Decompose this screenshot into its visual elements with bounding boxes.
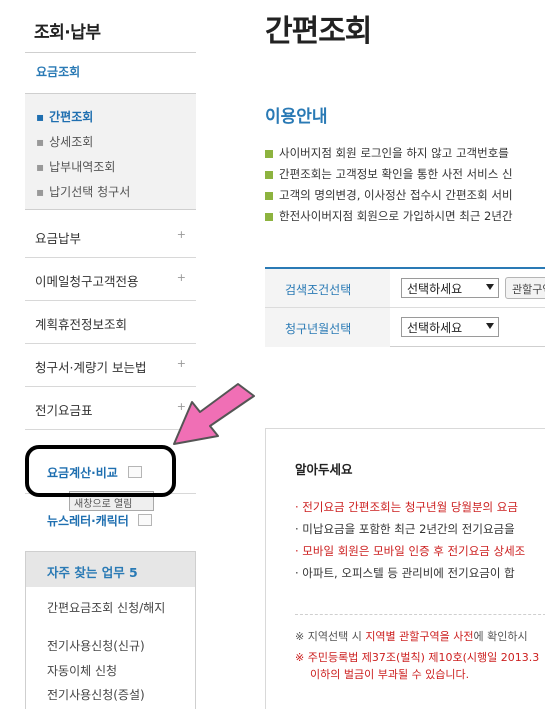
sidebar-item-bill-meter-guide[interactable]: 청구서·계량기 보는법 + — [25, 344, 196, 387]
guide-item-text: 고객의 명의변경, 이사정산 접수시 간편조회 서비 — [279, 188, 513, 202]
divider — [295, 614, 545, 615]
submenu: ▪ 간편조회 ▪ 상세조회 ▪ 납부내역조회 ▪ 납기선택 청구서 — [25, 93, 196, 210]
sidebar-item-email-billing[interactable]: 이메일청구고객전용 + — [25, 258, 196, 301]
sidebar-item-newsletter[interactable]: 뉴스레터·캐릭터 — [47, 512, 129, 529]
sidebar-item-label: 청구서·계량기 보는법 — [35, 360, 147, 375]
sidebar-section-fee-inquiry[interactable]: 요금조회 — [36, 63, 80, 80]
sidebar: 조회·납부 요금조회 ▪ 간편조회 ▪ 상세조회 ▪ 납부내역조회 ▪ 납기선택 청구서… — [25, 0, 196, 709]
highlight-annotation — [25, 445, 176, 497]
sidebar-item-fee-payment[interactable]: 요금납부 + — [25, 215, 196, 258]
usage-guide-title: 이용안내 — [265, 107, 328, 127]
sidebar-item-label: 요금납부 — [35, 231, 82, 246]
expand-icon[interactable]: + — [177, 228, 186, 241]
chevron-down-icon — [486, 284, 494, 290]
frequent-tasks-title: 자주 찾는 업무 5 — [47, 565, 138, 580]
footnote: ※ 지역선택 시 지역별 관할구역을 사전에 확인하시 — [295, 630, 528, 643]
notice-item: · 미납요금을 포함한 최근 2년간의 전기요금을 — [295, 522, 515, 536]
search-form: 검색조건선택 선택하세요 관할구역 청구년월선택 선택하세요 — [265, 267, 545, 347]
frequent-task-link[interactable]: 간편요금조회 신청/해지 — [47, 600, 187, 616]
pink-arrow-icon — [173, 383, 255, 445]
main-content: 간편조회 이용안내 사이버지점 회원 로그인을 하지 않고 고객번호를 간편조회… — [265, 0, 545, 709]
expand-icon[interactable]: + — [177, 357, 186, 370]
search-row-condition: 검색조건선택 선택하세요 관할구역 — [265, 269, 545, 308]
notice-box: 알아두세요 · 전기요금 간편조회는 청구년월 당월분의 요금 · 미납요금을 … — [265, 428, 545, 709]
frequent-task-link[interactable]: 전기사용신청(증설) — [47, 687, 187, 703]
guide-item: 사이버지점 회원 로그인을 하지 않고 고객번호를 — [265, 145, 509, 161]
divider — [25, 52, 196, 53]
frequent-tasks-header: 자주 찾는 업무 5 — [26, 552, 195, 587]
sidebar-item-label: 이메일청구고객전용 — [35, 274, 139, 289]
guide-item-text: 한전사이버지점 회원으로 가입하시면 최근 2년간 — [279, 209, 513, 223]
bullet-icon — [265, 170, 273, 179]
frequent-tasks-box: 자주 찾는 업무 5 간편요금조회 신청/해지 전기사용신청(신규) 자동이체 … — [25, 551, 196, 709]
submenu-item-simple-inquiry[interactable]: ▪ 간편조회 — [36, 108, 93, 125]
guide-item: 한전사이버지점 회원으로 가입하시면 최근 2년간 — [265, 208, 513, 224]
page-title: 간편조회 — [265, 14, 372, 49]
search-condition-label: 검색조건선택 — [285, 283, 352, 297]
submenu-item-label: 납기선택 청구서 — [49, 185, 131, 199]
submenu-item-label: 상세조회 — [49, 135, 94, 149]
sidebar-item-planned-outage[interactable]: 계획휴전정보조회 — [25, 301, 196, 344]
search-condition-select[interactable]: 선택하세요 — [401, 278, 499, 298]
expand-icon[interactable]: + — [177, 271, 186, 284]
sidebar-item-label: 계획휴전정보조회 — [35, 317, 128, 332]
notice-item: · 아파트, 오피스텔 등 관리비에 전기요금이 합 — [295, 566, 515, 580]
submenu-item-label: 간편조회 — [49, 110, 94, 124]
search-row-billing-month: 청구년월선택 선택하세요 — [265, 308, 545, 347]
select-value: 선택하세요 — [407, 282, 463, 296]
submenu-item-label: 납부내역조회 — [49, 160, 116, 174]
new-window-icon — [138, 514, 152, 526]
submenu-item-payment-history[interactable]: ▪ 납부내역조회 — [36, 158, 115, 175]
frequent-task-link[interactable]: 자동이체 신청 — [47, 663, 187, 679]
guide-item: 간편조회는 고객정보 확인을 통한 사전 서비스 신 — [265, 166, 513, 182]
bullet-icon — [265, 149, 273, 158]
frequent-task-link[interactable]: 전기사용신청(신규) — [47, 638, 187, 654]
footnote: 이하의 벌금이 부과될 수 있습니다. — [310, 668, 470, 681]
guide-item-text: 간편조회는 고객정보 확인을 통한 사전 서비스 신 — [279, 167, 513, 181]
sidebar-title: 조회·납부 — [34, 23, 101, 43]
guide-item-text: 사이버지점 회원 로그인을 하지 않고 고객번호를 — [279, 146, 509, 160]
notice-item: · 모바일 회원은 모바일 인증 후 전기요금 상세조 — [295, 544, 526, 558]
guide-item: 고객의 명의변경, 이사정산 접수시 간편조회 서비 — [265, 187, 513, 203]
bullet-icon — [265, 212, 273, 221]
submenu-item-due-date-bill[interactable]: ▪ 납기선택 청구서 — [36, 183, 130, 200]
select-value: 선택하세요 — [407, 321, 463, 335]
sidebar-item-label: 전기요금표 — [35, 403, 93, 418]
submenu-item-detail-inquiry[interactable]: ▪ 상세조회 — [36, 133, 93, 150]
notice-title: 알아두세요 — [295, 462, 353, 477]
billing-month-label: 청구년월선택 — [285, 322, 352, 336]
notice-item: · 전기요금 간편조회는 청구년월 당월분의 요금 — [295, 500, 518, 514]
bullet-icon — [265, 191, 273, 200]
chevron-down-icon — [486, 323, 494, 329]
footnote: ※ 주민등록법 제37조(벌칙) 제10호(시행일 2013.3 — [295, 651, 540, 664]
region-button[interactable]: 관할구역 — [505, 277, 545, 299]
billing-month-select[interactable]: 선택하세요 — [401, 317, 499, 337]
